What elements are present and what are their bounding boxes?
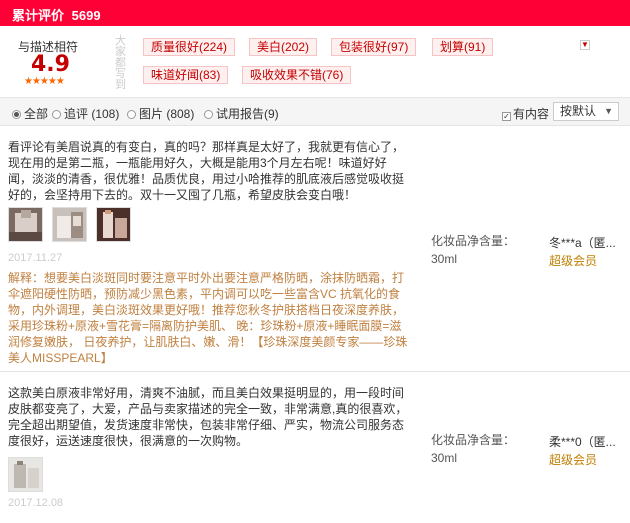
review-date: 2017.11.27 bbox=[8, 252, 63, 264]
star-rating: ★★★★★ bbox=[24, 76, 65, 87]
review-text: 这款美白原液非常好用，清爽不油腻，而且美白效果挺明显的，用一段时间皮肤都变亮了，… bbox=[8, 386, 408, 448]
reviewer-vip-badge: 超级会员 bbox=[549, 254, 598, 268]
radio-icon bbox=[127, 110, 136, 119]
tag-smell[interactable]: 味道好闻(83) bbox=[143, 66, 229, 84]
filter-trial-report[interactable]: 试用报告(9) bbox=[204, 105, 279, 122]
score-value: 4.9 bbox=[31, 52, 70, 77]
review-total-count: 5699 bbox=[71, 8, 101, 23]
review-item: 这款美白原液非常好用，清爽不油腻，而且美白效果挺明显的，用一段时间皮肤都变亮了，… bbox=[0, 373, 630, 523]
collapse-tags-icon[interactable]: ▼ bbox=[580, 40, 590, 50]
reviewer-name: 冬***a（匿... bbox=[549, 236, 616, 250]
tag-quality[interactable]: 质量很好(224) bbox=[143, 38, 236, 56]
radio-icon bbox=[52, 110, 61, 119]
filter-has-content-label: 有内容 bbox=[513, 107, 550, 121]
photo-image bbox=[97, 208, 130, 241]
tag-whitening[interactable]: 美白(202) bbox=[249, 38, 318, 56]
review-sku: 化妆品净含量：30ml bbox=[431, 433, 516, 465]
filter-all-label: 全部 bbox=[24, 107, 49, 121]
photo-image bbox=[53, 208, 86, 241]
rating-summary: 与描述相符 4.9 ★★★★★ 大家都写到 质量很好(224) 美白(202) … bbox=[0, 26, 630, 98]
review-photo-thumbnail[interactable] bbox=[8, 207, 43, 242]
checkbox-checked-icon: ✓ bbox=[502, 112, 511, 121]
filter-pictures[interactable]: 图片 (808) bbox=[127, 105, 194, 122]
seller-reply: 解释：想要美白淡斑同时要注意平时外出要注意严格防晒，涂抹防晒霜，打伞遮阳硬性防晒… bbox=[8, 271, 408, 365]
review-photo-thumbnail[interactable] bbox=[96, 207, 131, 242]
reviewer-name: 柔***0（匿... bbox=[549, 435, 616, 449]
tag-value[interactable]: 划算(91) bbox=[432, 38, 494, 56]
review-date: 2017.12.08 bbox=[8, 497, 64, 509]
tags-heading: 大家都写到 bbox=[115, 35, 126, 91]
review-header-bar: 累计评价 5699 bbox=[0, 0, 630, 26]
tag-packaging[interactable]: 包装很好(97) bbox=[331, 38, 417, 56]
tag-absorption[interactable]: 吸收效果不错(76) bbox=[242, 66, 352, 84]
reviewer-vip-badge: 超级会员 bbox=[549, 453, 598, 467]
radio-icon bbox=[12, 110, 21, 119]
review-photo-thumbnail[interactable] bbox=[52, 207, 87, 242]
chevron-down-icon: ▼ bbox=[604, 106, 613, 116]
sort-select[interactable]: 按默认 ▼ bbox=[553, 102, 619, 121]
review-sku: 化妆品净含量：30ml bbox=[431, 234, 516, 266]
filter-followup[interactable]: 追评 (108) bbox=[52, 105, 119, 122]
radio-icon bbox=[204, 110, 213, 119]
photo-image bbox=[9, 208, 42, 241]
filter-has-content[interactable]: ✓ 有内容 bbox=[502, 105, 549, 122]
review-total-title: 累计评价 5699 bbox=[12, 5, 101, 24]
filter-pictures-label: 图片 (808) bbox=[139, 107, 195, 121]
review-photo-thumbnail[interactable] bbox=[8, 457, 43, 492]
photo-image bbox=[9, 458, 42, 491]
review-total-label: 累计评价 bbox=[12, 8, 65, 23]
filter-followup-label: 追评 (108) bbox=[64, 107, 120, 121]
sort-select-label: 按默认 bbox=[560, 104, 597, 118]
review-item: 看评论有美眉说真的有变白，真的吗？那样真是太好了，我就更有信心了，现在用的是第二… bbox=[0, 127, 630, 372]
review-text: 看评论有美眉说真的有变白，真的吗？那样真是太好了，我就更有信心了，现在用的是第二… bbox=[8, 140, 405, 202]
filter-trial-label: 试用报告(9) bbox=[216, 107, 279, 121]
review-filter-bar: 全部 追评 (108) 图片 (808) 试用报告(9) ✓ 有内容 按默认 ▼ bbox=[0, 98, 630, 126]
filter-all[interactable]: 全部 bbox=[12, 105, 48, 122]
